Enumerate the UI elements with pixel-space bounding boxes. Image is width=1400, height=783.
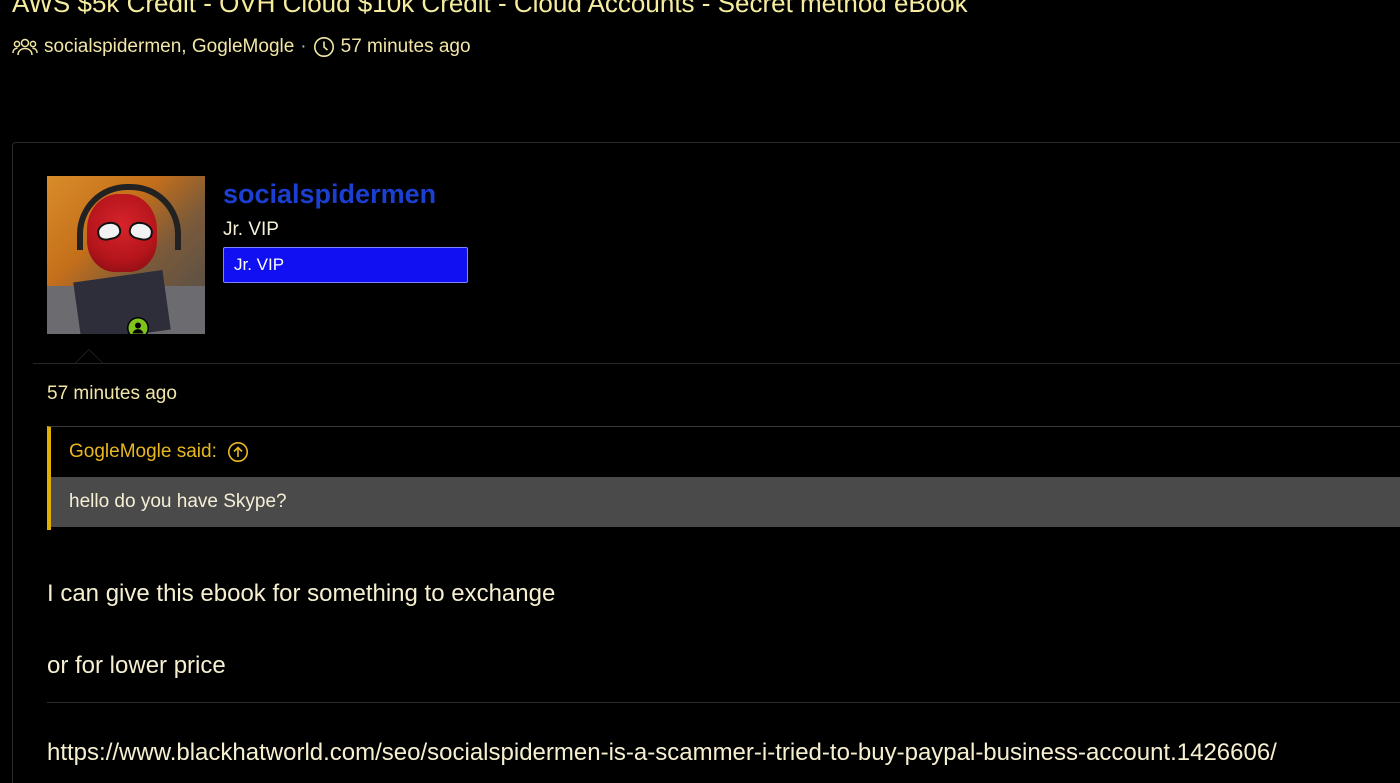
post-time-link[interactable]: 57 minutes ago bbox=[47, 383, 177, 405]
thread-title: AWS $5k Credit - OVH Cloud $10k Credit -… bbox=[12, 0, 968, 18]
userblock-divider bbox=[33, 363, 1400, 364]
userblock-arrow bbox=[75, 349, 103, 363]
post-container: socialspidermen Jr. VIP Jr. VIP 57 minut… bbox=[12, 142, 1400, 783]
arrow-up-circle-icon[interactable] bbox=[227, 441, 249, 463]
user-banner: Jr. VIP bbox=[223, 247, 468, 283]
quote-header: GogleMogle said: bbox=[51, 427, 1400, 477]
clock-icon bbox=[313, 36, 335, 58]
thread-time-link[interactable]: 57 minutes ago bbox=[341, 36, 471, 58]
message-line: or for lower price bbox=[47, 652, 226, 679]
avatar[interactable] bbox=[47, 176, 205, 334]
thread-page: AWS $5k Credit - OVH Cloud $10k Credit -… bbox=[0, 0, 1400, 783]
message-divider bbox=[47, 702, 1400, 703]
message-link[interactable]: https://www.blackhatworld.com/seo/social… bbox=[47, 739, 1277, 767]
quote-attribution: GogleMogle said: bbox=[69, 441, 217, 462]
users-icon bbox=[12, 37, 38, 57]
quote-body: hello do you have Skype? bbox=[51, 477, 1400, 527]
quote-block: GogleMogle said: hello do you have Skype… bbox=[47, 426, 1400, 530]
thread-participants-link[interactable]: socialspidermen, GogleMogle bbox=[44, 36, 294, 58]
meta-separator: · bbox=[300, 36, 307, 57]
user-online-icon bbox=[127, 317, 149, 334]
thread-meta: socialspidermen, GogleMogle · 57 minutes… bbox=[12, 34, 471, 60]
avatar-book bbox=[73, 270, 171, 334]
message-line: I can give this ebook for something to e… bbox=[47, 580, 556, 607]
username-link[interactable]: socialspidermen bbox=[223, 179, 436, 210]
user-title: Jr. VIP bbox=[223, 219, 279, 240]
